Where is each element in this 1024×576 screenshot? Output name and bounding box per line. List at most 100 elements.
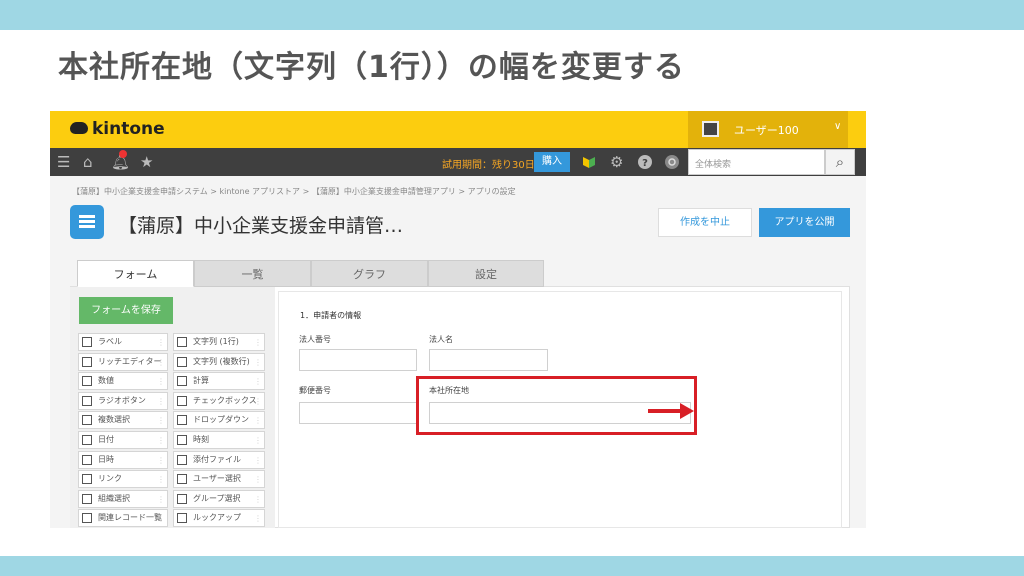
palette-item-text-multi[interactable]: 文字列 (複数行) ⋮ xyxy=(173,352,265,371)
palette-item-link[interactable]: リンク ⋮ xyxy=(78,470,168,489)
field-label-corp-number: 法人番号 xyxy=(299,335,331,344)
palette-item-group-select[interactable]: グループ選択 ⋮ xyxy=(173,489,265,508)
palette-item-rich-editor[interactable]: リッチエディター ⋮ xyxy=(78,352,168,371)
text-single-icon xyxy=(177,337,187,347)
field-label-postal-code: 郵便番号 xyxy=(299,386,331,395)
group-select-icon xyxy=(177,493,187,504)
drag-handle-icon[interactable]: ⋮ xyxy=(157,413,165,429)
palette-item-org-select[interactable]: 組織選択 ⋮ xyxy=(78,489,168,508)
palette-item-calc[interactable]: 計算 ⋮ xyxy=(173,372,265,391)
app-icon xyxy=(70,205,104,239)
home-icon[interactable]: ⌂ xyxy=(83,153,93,171)
palette-item-label: 組織選択 xyxy=(98,493,130,503)
palette-item-text-single[interactable]: 文字列 (1行) ⋮ xyxy=(173,333,265,351)
save-form-button[interactable]: フォームを保存 xyxy=(79,297,173,324)
multi-select-icon xyxy=(82,415,92,426)
user-select-icon xyxy=(177,474,187,485)
link-icon[interactable] xyxy=(664,154,680,170)
menu-icon[interactable]: ☰ xyxy=(57,153,70,171)
red-arrow-icon xyxy=(648,403,694,419)
drag-handle-icon[interactable]: ⋮ xyxy=(157,335,165,351)
palette-item-label: 複数選択 xyxy=(98,415,130,425)
drag-handle-icon[interactable]: ⋮ xyxy=(254,511,262,527)
palette-item-label: 数値 xyxy=(98,376,114,386)
palette-item-number[interactable]: 数値 ⋮ xyxy=(78,372,168,391)
drag-handle-icon[interactable]: ⋮ xyxy=(254,413,262,429)
palette-item-datetime[interactable]: 日時 ⋮ xyxy=(78,450,168,469)
trial-period: 試用期間：残り30日 xyxy=(442,160,535,171)
palette-item-date[interactable]: 日付 ⋮ xyxy=(78,431,168,449)
palette-item-label: 時刻 xyxy=(193,435,209,444)
user-avatar-icon xyxy=(702,121,719,137)
gear-icon[interactable]: ⚙ xyxy=(610,153,623,171)
palette-item-dropdown[interactable]: ドロップダウン ⋮ xyxy=(173,411,265,430)
related-records-icon xyxy=(82,513,92,524)
postal-code-input[interactable] xyxy=(299,402,417,424)
palette-item-checkbox[interactable]: チェックボックス ⋮ xyxy=(173,391,265,410)
palette-item-label: 添付ファイル xyxy=(193,454,241,464)
drag-handle-icon[interactable]: ⋮ xyxy=(254,335,262,351)
kintone-logo[interactable]: kintone xyxy=(70,119,165,139)
drag-handle-icon[interactable]: ⋮ xyxy=(157,394,165,410)
drag-handle-icon[interactable]: ⋮ xyxy=(157,511,165,527)
user-menu[interactable]: ユーザー100 ∨ xyxy=(688,111,848,148)
corp-name-input[interactable] xyxy=(429,349,548,371)
radio-icon xyxy=(82,395,92,406)
tab-graph[interactable]: グラフ xyxy=(311,260,428,287)
palette-item-label: グループ選択 xyxy=(193,493,241,503)
palette-item-user-select[interactable]: ユーザー選択 ⋮ xyxy=(173,470,265,489)
palette-item-label: 文字列 (複数行) xyxy=(193,356,250,366)
datetime-icon xyxy=(82,454,92,465)
section-label: 1．申請者の情報 xyxy=(300,311,362,320)
drag-handle-icon[interactable]: ⋮ xyxy=(254,433,262,449)
drag-handle-icon[interactable]: ⋮ xyxy=(157,472,165,488)
drag-handle-icon[interactable]: ⋮ xyxy=(254,492,262,508)
tab-form[interactable]: フォーム xyxy=(77,260,194,287)
drag-handle-icon[interactable]: ⋮ xyxy=(254,374,262,390)
palette-item-time[interactable]: 時刻 ⋮ xyxy=(173,431,265,449)
palette-item-related-records[interactable]: 関連レコード一覧 ⋮ xyxy=(78,509,168,528)
search-icon[interactable]: ⌕ xyxy=(825,149,855,175)
buy-button[interactable]: 購入 xyxy=(534,152,570,172)
dropdown-icon xyxy=(177,415,187,426)
link-icon xyxy=(82,474,92,485)
drag-handle-icon[interactable]: ⋮ xyxy=(157,453,165,469)
rich-editor-icon xyxy=(82,356,92,367)
beginner-icon[interactable] xyxy=(582,155,596,169)
drag-handle-icon[interactable]: ⋮ xyxy=(254,355,262,371)
svg-text:?: ? xyxy=(642,158,648,169)
drag-handle-icon[interactable]: ⋮ xyxy=(157,433,165,449)
user-name: ユーザー100 xyxy=(734,124,799,137)
drag-handle-icon[interactable]: ⋮ xyxy=(157,492,165,508)
corp-number-input[interactable] xyxy=(299,349,417,371)
palette-item-label: チェックボックス xyxy=(193,395,257,405)
palette-item-label: 日時 xyxy=(98,454,114,464)
bottom-band xyxy=(0,556,1024,576)
notification-badge xyxy=(119,150,127,158)
palette-item-radio[interactable]: ラジオボタン ⋮ xyxy=(78,391,168,410)
palette-item-multi-select[interactable]: 複数選択 ⋮ xyxy=(78,411,168,430)
help-icon[interactable]: ? xyxy=(637,154,653,170)
drag-handle-icon[interactable]: ⋮ xyxy=(254,453,262,469)
publish-app-button[interactable]: アプリを公開 xyxy=(759,208,850,237)
drag-handle-icon[interactable]: ⋮ xyxy=(157,355,165,371)
drag-handle-icon[interactable]: ⋮ xyxy=(254,472,262,488)
breadcrumb[interactable]: 【蒲原】中小企業支援金申請システム > kintone アプリストア > 【蒲原… xyxy=(72,186,516,197)
field-label-corp-name: 法人名 xyxy=(429,335,453,344)
palette-item-label: ラベル xyxy=(98,337,122,346)
attachment-icon xyxy=(177,454,187,465)
palette-item-attachment[interactable]: 添付ファイル ⋮ xyxy=(173,450,265,469)
palette-item-label[interactable]: ラベル ⋮ xyxy=(78,333,168,351)
search-input[interactable]: 全体検索 xyxy=(688,149,825,175)
star-icon[interactable]: ★ xyxy=(140,153,153,171)
app-title: 【蒲原】中小企業支援金申請管… xyxy=(118,215,404,237)
text-multi-icon xyxy=(177,356,187,367)
cancel-create-button[interactable]: 作成を中止 xyxy=(658,208,752,237)
tab-list[interactable]: 一覧 xyxy=(194,260,311,287)
tab-settings[interactable]: 設定 xyxy=(428,260,544,287)
drag-handle-icon[interactable]: ⋮ xyxy=(157,374,165,390)
drag-handle-icon[interactable]: ⋮ xyxy=(254,394,262,410)
palette-item-lookup[interactable]: ルックアップ ⋮ xyxy=(173,509,265,528)
palette-item-label: ユーザー選択 xyxy=(193,474,241,484)
kintone-logo-icon xyxy=(70,122,88,134)
